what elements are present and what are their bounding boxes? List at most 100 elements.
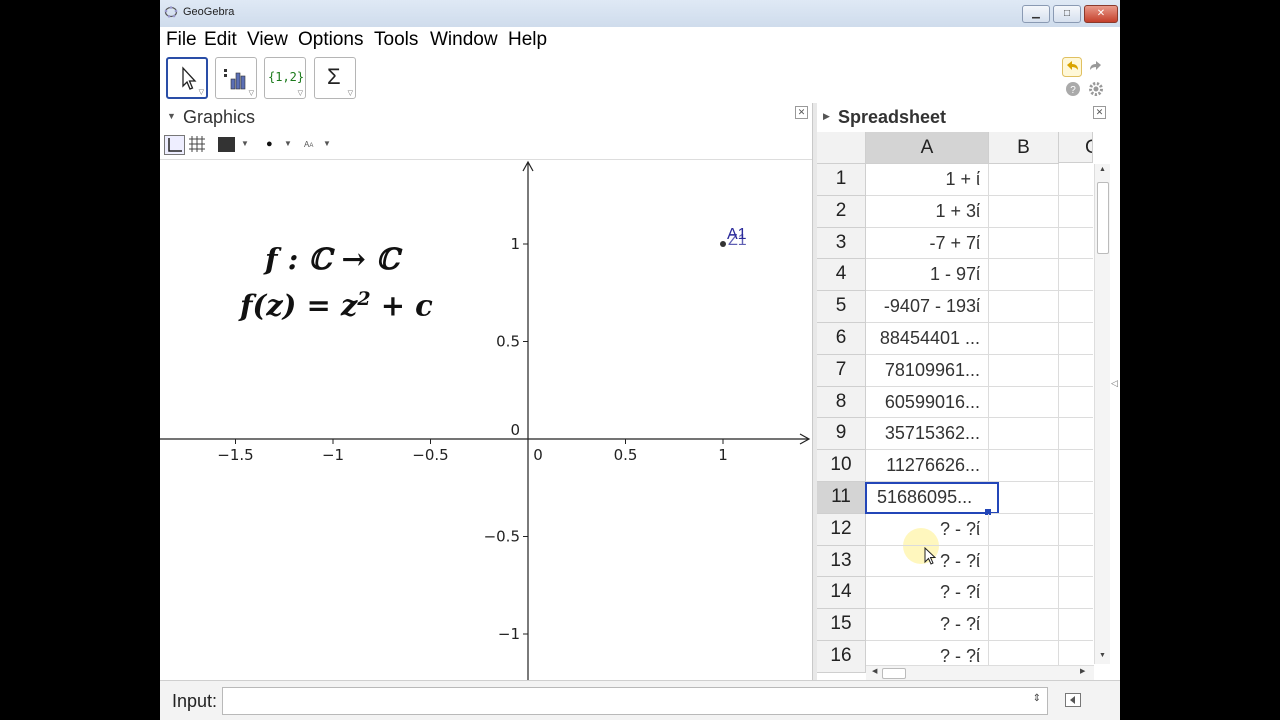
cell-a[interactable]: 1 - 97ί — [866, 259, 989, 292]
cell-b[interactable] — [989, 291, 1059, 323]
menu-help[interactable]: Help — [508, 29, 547, 51]
cell-b[interactable] — [989, 418, 1059, 451]
row-header[interactable]: 12 — [817, 513, 866, 546]
row-header[interactable]: 13 — [817, 545, 866, 578]
row-header[interactable]: 2 — [817, 195, 866, 228]
cell-b[interactable] — [989, 227, 1059, 260]
cell-a[interactable]: -7 + 7ί — [866, 227, 989, 260]
list-tool-button[interactable]: {1,2} ▽ — [264, 57, 306, 99]
row-header[interactable]: 11 — [817, 482, 866, 514]
row-header[interactable]: 3 — [817, 227, 866, 260]
cell-b[interactable] — [989, 386, 1059, 419]
input-history-icon[interactable]: ⇕ — [1033, 693, 1041, 704]
cell-b[interactable] — [989, 323, 1059, 355]
cell-c[interactable] — [1059, 609, 1093, 641]
collapse-triangle-icon[interactable]: ▼ — [167, 111, 176, 121]
cell-c[interactable] — [1059, 418, 1093, 451]
vertical-scrollbar[interactable]: ▲ ▼ — [1094, 164, 1110, 664]
maximize-button[interactable]: □ — [1053, 5, 1081, 23]
row-header[interactable]: 7 — [817, 354, 866, 387]
cell-a[interactable]: -9407 - 193ί — [866, 291, 989, 323]
dropdown-arrow-icon[interactable]: ▼ — [284, 139, 292, 148]
cell-c[interactable] — [1059, 228, 1093, 260]
point-style-icon[interactable]: ● — [266, 138, 273, 150]
column-header-b[interactable]: B — [989, 132, 1059, 164]
cell-b[interactable] — [989, 609, 1059, 641]
cell-c[interactable] — [1059, 387, 1093, 419]
coordinate-plane[interactable]: −1.5 −1 −0.5 0 0.5 1−1−0.500.51 A1Z1 — [160, 160, 812, 680]
horizontal-scrollbar[interactable]: ◀ ▶ — [866, 665, 1094, 680]
menu-edit[interactable]: Edit — [204, 29, 237, 51]
row-header[interactable]: 10 — [817, 450, 866, 482]
cell-b[interactable] — [989, 545, 1059, 578]
cell-c[interactable] — [1059, 291, 1093, 323]
row-header[interactable]: 1 — [817, 164, 866, 196]
row-header[interactable]: 15 — [817, 609, 866, 641]
cell-b[interactable] — [989, 164, 1059, 196]
text-size-icon[interactable]: AA — [304, 140, 313, 149]
scrollbar-thumb[interactable] — [1097, 182, 1109, 254]
cell-a[interactable]: ? - ?ί — [866, 609, 989, 641]
corner-cell[interactable] — [817, 132, 866, 164]
row-header[interactable]: 16 — [817, 641, 866, 673]
cell-c[interactable] — [1059, 323, 1093, 355]
menu-view[interactable]: View — [247, 29, 288, 51]
cell-a[interactable]: 88454401 ... — [866, 323, 989, 355]
cell-c[interactable] — [1059, 196, 1093, 228]
cell-c[interactable] — [1059, 259, 1093, 292]
expand-triangle-icon[interactable]: ▶ — [823, 111, 830, 122]
cell-a[interactable]: 1 + 3ί — [866, 195, 989, 228]
settings-gear-icon[interactable] — [1088, 81, 1104, 97]
row-header[interactable]: 6 — [817, 323, 866, 355]
scroll-up-icon[interactable]: ▲ — [1099, 166, 1106, 173]
move-tool-button[interactable]: ▽ — [166, 57, 208, 99]
grid-toggle-icon[interactable] — [188, 135, 206, 153]
cell-a[interactable]: 60599016... — [866, 386, 989, 419]
dropdown-arrow-icon[interactable]: ▼ — [323, 139, 331, 148]
row-header[interactable]: 9 — [817, 418, 866, 451]
graphics-canvas[interactable]: −1.5 −1 −0.5 0 0.5 1 −1 −0.5 0 0.5 1 A1 Z1 f : ℂ → … — [160, 160, 812, 680]
column-header-a[interactable]: A — [866, 132, 989, 164]
side-collapse-icon[interactable]: ◁ — [1111, 378, 1118, 389]
minimize-button[interactable]: ▁ — [1022, 5, 1050, 23]
row-header[interactable]: 4 — [817, 259, 866, 292]
input-field[interactable]: ⇕ — [222, 687, 1048, 715]
menu-window[interactable]: Window — [430, 29, 498, 51]
sum-tool-button[interactable]: Σ ▽ — [314, 57, 356, 99]
close-spreadsheet-button[interactable]: ✕ — [1093, 106, 1106, 119]
input-help-icon[interactable] — [1065, 693, 1081, 707]
row-header[interactable]: 14 — [817, 577, 866, 610]
scroll-left-icon[interactable]: ◀ — [872, 667, 877, 675]
cell-b[interactable] — [989, 354, 1059, 387]
cell-c[interactable] — [1059, 514, 1093, 546]
cell-c[interactable] — [1059, 482, 1093, 514]
h-scrollbar-thumb[interactable] — [882, 668, 906, 679]
cell-c[interactable] — [1059, 546, 1093, 578]
cell-c[interactable] — [1059, 164, 1093, 196]
cell-a[interactable]: ? - ?ί — [866, 513, 989, 546]
cell-a[interactable]: 35715362... — [866, 418, 989, 451]
cell-a[interactable]: 11276626... — [866, 450, 989, 482]
scroll-down-icon[interactable]: ▼ — [1099, 652, 1106, 659]
cell-a[interactable]: 1 + ί — [866, 164, 989, 196]
selected-cell-a[interactable]: 51686095... — [865, 482, 999, 514]
redo-icon[interactable] — [1086, 57, 1106, 77]
cell-b[interactable] — [989, 577, 1059, 610]
scroll-right-icon[interactable]: ▶ — [1080, 667, 1085, 675]
cell-c[interactable] — [1059, 450, 1093, 482]
menu-file[interactable]: File — [166, 29, 197, 51]
cell-c[interactable] — [1059, 577, 1093, 610]
color-picker-icon[interactable] — [218, 137, 238, 152]
cell-b[interactable] — [989, 450, 1059, 482]
cell-b[interactable] — [989, 482, 1059, 514]
chart-tool-button[interactable]: ▽ — [215, 57, 257, 99]
cell-a[interactable]: 78109961... — [866, 354, 989, 387]
help-icon[interactable]: ? — [1065, 81, 1081, 97]
cell-c[interactable] — [1059, 355, 1093, 387]
menu-tools[interactable]: Tools — [374, 29, 418, 51]
dropdown-arrow-icon[interactable]: ▼ — [241, 139, 249, 148]
close-window-button[interactable]: ✕ — [1084, 5, 1118, 23]
undo-icon[interactable] — [1062, 57, 1082, 77]
axes-toggle-icon[interactable] — [164, 135, 185, 155]
close-graphics-button[interactable]: ✕ — [795, 106, 808, 119]
